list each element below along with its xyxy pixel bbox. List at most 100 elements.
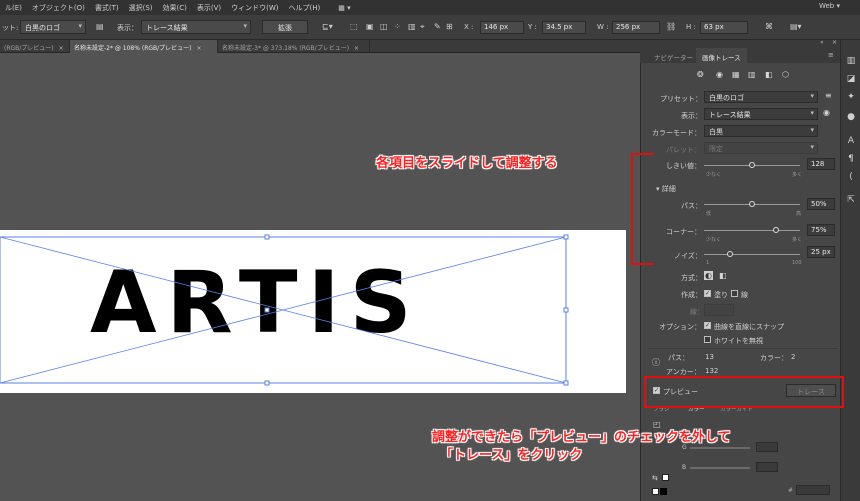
preview-highlight-box [644,376,844,408]
menu-effect[interactable]: 効果(C) [158,3,192,13]
hex-field[interactable] [796,485,830,495]
eye-icon[interactable]: ◉ [823,108,830,117]
tab-navigator[interactable]: ナビゲーター [648,48,699,63]
preset-prefix: ット: [2,24,19,32]
swap-icon[interactable]: ⇆ [652,474,658,482]
preset-select[interactable]: 白黒のロゴ [20,20,86,34]
color-mode-dropdown[interactable]: 白黒 [704,125,818,137]
menu-type[interactable]: 書式(T) [90,3,124,13]
expand-button[interactable]: 拡張 [262,20,308,34]
corners-value-field[interactable]: 75% [807,224,835,236]
h-field[interactable]: 63 px [700,21,748,34]
tab-image-trace[interactable]: 画像トレース [696,48,747,63]
corners-label: コーナー： [666,228,701,236]
link-proportions-icon[interactable]: ⛓ [666,22,676,31]
paths-slider-knob[interactable] [749,201,755,207]
align-icon[interactable]: ⊑▾ [322,22,333,31]
menu-edit[interactable]: ル(E) [0,3,27,13]
libraries-icon[interactable]: ▥ [845,56,857,66]
panel-menu-icon[interactable]: ≡ [828,51,834,59]
distribute-icon[interactable]: ▥ [408,22,416,31]
tab-document-3[interactable]: 名称未設定-3* @ 373.18% (RGB/プレビュー) × [218,40,370,53]
tab-document-1[interactable]: (RGB/プレビュー) × [0,40,70,53]
workspace-switcher[interactable]: Web ▾ [819,2,840,10]
pen-icon[interactable]: ✎ [434,22,441,31]
high-color-icon[interactable]: ◉ [716,70,723,79]
noise-slider-track[interactable] [704,254,800,255]
path-icon[interactable]: ⌖ [420,22,425,32]
preset-menu-icon[interactable]: ≡ [825,91,832,100]
layer-icon[interactable]: ▣ [366,22,374,31]
noise-min-label: 1 [706,260,710,266]
abutting-method-icon[interactable]: ◐ [704,271,713,280]
close-icon[interactable]: × [197,45,202,52]
close-icon[interactable]: × [59,45,64,52]
layers-icon[interactable]: ◪ [845,74,857,84]
options-label: オプション： [659,323,701,331]
color-panel: ブラシ カラー カラーガイド ◰ G B ⇆ # [648,402,840,501]
preset-dropdown[interactable]: 白黒のロゴ [704,91,818,103]
threshold-value-field[interactable]: 128 [807,158,835,170]
low-color-icon[interactable]: ▦ [732,70,740,79]
paragraph-icon[interactable]: ¶ [845,154,857,164]
isolate-icon[interactable]: ⌘ [765,22,773,31]
shape-icon[interactable]: ◫ [380,22,388,31]
noise-slider-knob[interactable] [727,251,733,257]
menu-view[interactable]: 表示(V) [192,3,226,13]
corners-slider-knob[interactable] [773,227,779,233]
none-swatch[interactable] [652,488,659,495]
arrange-documents-icon[interactable]: ▦ ▾ [333,4,355,12]
corners-slider-track[interactable] [704,230,800,231]
overlapping-method-icon[interactable]: ◧ [719,271,727,280]
threshold-slider-knob[interactable] [749,162,755,168]
menu-window[interactable]: ウィンドウ(W) [226,3,283,13]
info-icon[interactable]: ● [845,112,857,122]
more-icon[interactable]: ▤▾ [790,22,802,31]
g-slider[interactable] [690,447,750,449]
view-select[interactable]: トレース結果 [141,20,251,34]
preview-annotation-line1: 調整ができたら「プレビュー」のチェックを外して [432,430,731,445]
menu-select[interactable]: 選択(S) [124,3,158,13]
white-swatch[interactable] [662,474,669,481]
black-white-icon[interactable]: ◧ [765,70,773,79]
sliders-annotation: 各項目をスライドして調整する [376,156,558,171]
menu-help[interactable]: ヘルプ(H) [284,3,326,13]
panel-tabs: ナビゲーター 画像トレース ≡ [640,48,840,63]
close-panel-icon[interactable]: × [832,39,837,46]
menu-bar: ル(E) オブジェクト(O) 書式(T) 選択(S) 効果(C) 表示(V) ウ… [0,0,860,15]
noise-value-field[interactable]: 25 px [807,246,835,258]
close-icon[interactable]: × [354,45,359,52]
paths-value-field[interactable]: 50% [807,198,835,210]
character-icon[interactable]: A [845,136,857,146]
stat-paths-value: 13 [705,353,714,361]
x-field[interactable]: 146 px [480,21,524,34]
auto-color-icon[interactable]: ❂ [697,70,704,79]
b-slider[interactable] [690,467,750,469]
ignore-white-checkbox[interactable] [704,336,711,343]
collapse-panel-icon[interactable]: « [820,39,824,46]
color-mode-label: カラーモード： [652,129,701,137]
strokes-checkbox[interactable] [731,290,738,297]
fills-checkbox[interactable]: ✓ [704,290,711,297]
reference-point-icon[interactable]: ⁘ [394,22,401,31]
corners-max-label: 多く [792,237,803,243]
appearance-icon[interactable]: ✦ [845,92,857,102]
transform-icon[interactable]: ⬚ [350,22,358,31]
grid-icon[interactable]: ⊞ [446,22,453,31]
w-field[interactable]: 256 px [612,21,660,34]
view-dropdown[interactable]: トレース結果 [704,108,818,120]
b-value-field[interactable] [756,462,778,472]
g-value-field[interactable] [756,442,778,452]
black-swatch[interactable] [660,488,667,495]
snap-curves-checkbox[interactable]: ✓ [704,322,711,329]
menu-object[interactable]: オブジェクト(O) [27,3,90,13]
y-field[interactable]: 34.5 px [542,21,586,34]
export-icon[interactable]: ⇱ [845,195,857,205]
selection-bounding-box[interactable] [0,232,572,387]
opentype-icon[interactable]: ( [845,172,857,182]
stat-colors-value: 2 [791,353,796,361]
trace-panel-icon[interactable]: ▤ [96,22,104,31]
tab-document-2[interactable]: 名称未設定-2* @ 108% (RGB/プレビュー) × [70,40,218,53]
grayscale-icon[interactable]: ▥ [748,70,756,79]
outline-icon[interactable]: ⬡ [782,70,789,79]
